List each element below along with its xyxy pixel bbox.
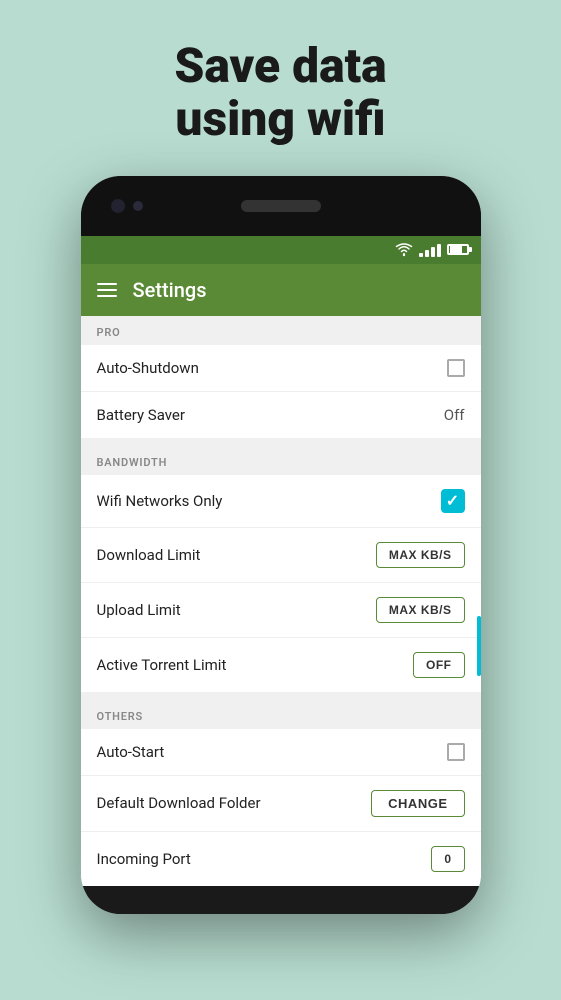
setting-auto-shutdown: Auto-Shutdown: [81, 345, 481, 392]
settings-section-others: Auto-Start Default Download Folder CHANG…: [81, 729, 481, 886]
setting-incoming-port: Incoming Port 0: [81, 832, 481, 886]
setting-battery-saver[interactable]: Battery Saver Off: [81, 392, 481, 438]
hero-title: Save data using wifi: [0, 40, 561, 146]
camera-sensor: [133, 201, 143, 211]
hero-title-line2: using wifi: [175, 90, 385, 147]
setting-active-torrent-limit: Active Torrent Limit OFF: [81, 638, 481, 692]
setting-download-limit: Download Limit MAX KB/S: [81, 528, 481, 583]
battery-icon: [447, 244, 469, 255]
active-torrent-button[interactable]: OFF: [413, 652, 465, 678]
download-limit-button[interactable]: MAX KB/S: [376, 542, 465, 568]
upload-limit-label: Upload Limit: [97, 601, 181, 619]
phone-top-bar: [81, 176, 481, 236]
status-bar: [81, 236, 481, 264]
setting-upload-limit: Upload Limit MAX KB/S: [81, 583, 481, 638]
auto-shutdown-checkbox[interactable]: [447, 359, 465, 377]
setting-auto-start: Auto-Start: [81, 729, 481, 776]
active-torrent-label: Active Torrent Limit: [97, 656, 227, 674]
signal-bar-3: [431, 247, 435, 257]
phone-frame: Settings PRO Auto-Shutdown Battery Saver…: [81, 176, 481, 914]
wifi-networks-checkbox[interactable]: ✓: [441, 489, 465, 513]
settings-section-bandwidth: Wifi Networks Only ✓ Download Limit MAX …: [81, 475, 481, 692]
signal-bar-2: [425, 250, 429, 257]
signal-bar-4: [437, 244, 441, 257]
incoming-port-button[interactable]: 0: [431, 846, 464, 872]
battery-saver-value: Off: [444, 406, 465, 424]
setting-wifi-networks-only: Wifi Networks Only ✓: [81, 475, 481, 528]
section-header-pro: PRO: [81, 316, 481, 345]
checkmark-icon: ✓: [446, 491, 459, 510]
upload-limit-button[interactable]: MAX KB/S: [376, 597, 465, 623]
battery-saver-label: Battery Saver: [97, 406, 185, 424]
settings-section-pro: Auto-Shutdown Battery Saver Off: [81, 345, 481, 438]
hero-title-line1: Save data: [174, 37, 386, 94]
auto-start-checkbox[interactable]: [447, 743, 465, 761]
phone-bottom-bar: [81, 894, 481, 914]
setting-default-download-folder: Default Download Folder CHANGE: [81, 776, 481, 832]
auto-start-label: Auto-Start: [97, 743, 165, 761]
wifi-networks-label: Wifi Networks Only: [97, 492, 223, 510]
change-folder-button[interactable]: CHANGE: [371, 790, 464, 817]
battery-fill: [450, 246, 463, 253]
app-toolbar: Settings: [81, 264, 481, 316]
auto-shutdown-label: Auto-Shutdown: [97, 359, 199, 377]
hamburger-menu-button[interactable]: [97, 283, 117, 297]
section-header-others: OTHERS: [81, 700, 481, 729]
hamburger-line-3: [97, 295, 117, 297]
camera-area: [111, 199, 143, 213]
hamburger-line-1: [97, 283, 117, 285]
camera-lens: [111, 199, 125, 213]
scrollbar-indicator[interactable]: [477, 616, 481, 676]
wifi-icon: [395, 243, 413, 257]
section-header-bandwidth: BANDWIDTH: [81, 446, 481, 475]
signal-icon: [419, 243, 441, 257]
download-limit-label: Download Limit: [97, 546, 201, 564]
incoming-port-label: Incoming Port: [97, 850, 191, 868]
settings-content: PRO Auto-Shutdown Battery Saver Off BAND…: [81, 316, 481, 886]
phone-speaker: [241, 200, 321, 212]
signal-bar-1: [419, 253, 423, 257]
default-download-folder-label: Default Download Folder: [97, 794, 261, 812]
hero-section: Save data using wifi: [0, 0, 561, 176]
phone-container: Settings PRO Auto-Shutdown Battery Saver…: [0, 176, 561, 914]
hamburger-line-2: [97, 289, 117, 291]
toolbar-title: Settings: [133, 278, 207, 302]
